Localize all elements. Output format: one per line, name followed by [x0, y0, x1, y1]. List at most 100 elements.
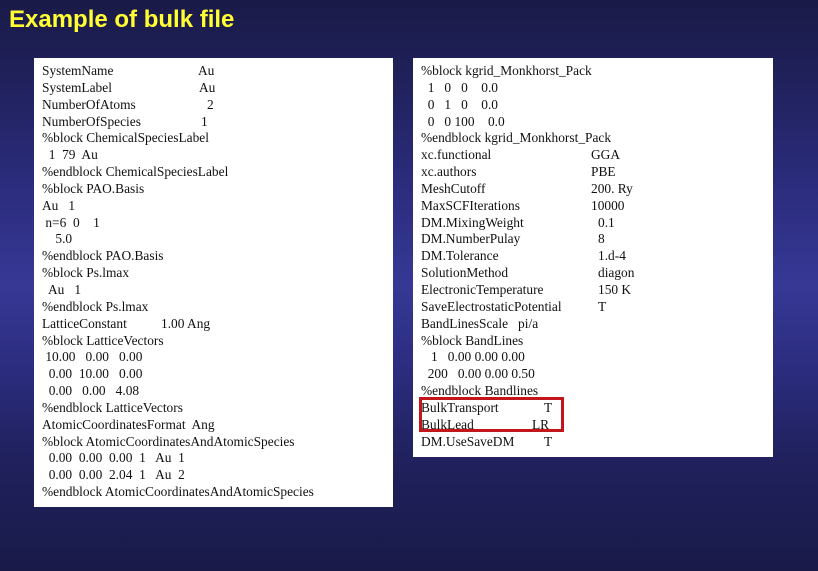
- code-line: %endblock LatticeVectors: [42, 400, 393, 417]
- param-key: SolutionMethod: [421, 265, 509, 281]
- code-line: SolutionMethod diagon: [421, 265, 773, 282]
- code-line: %block BandLines: [421, 333, 773, 350]
- code-line: 1 0.00 0.00 0.00: [421, 349, 773, 366]
- right-code-panel: %block kgrid_Monkhorst_Pack 1 0 0 0.0 0 …: [413, 58, 773, 457]
- param-value: 200. Ry: [591, 180, 633, 196]
- param-key: NumberOfSpecies: [42, 113, 141, 129]
- block-end: %endblock ChemicalSpeciesLabel: [42, 164, 229, 180]
- param-value: 1: [201, 113, 208, 129]
- param-value: Au: [199, 79, 216, 95]
- param-value: PBE: [591, 164, 616, 180]
- code-line: n=6 0 1: [42, 215, 393, 232]
- code-line: xc.functional GGA: [421, 147, 773, 164]
- param-key: DM.NumberPulay: [421, 231, 521, 247]
- code-line: 0.00 0.00 0.00 1 Au 1: [42, 450, 393, 467]
- block-row: 200 0.00 0.00 0.50: [421, 366, 535, 382]
- param-value: diagon: [598, 265, 635, 281]
- param-key: LatticeConstant: [42, 315, 127, 331]
- param-value: 0.1: [598, 214, 615, 230]
- code-line: NumberOfSpecies 1: [42, 114, 393, 131]
- block-row: 0.00 0.00 4.08: [42, 383, 140, 399]
- param-key: MeshCutoff: [421, 180, 486, 196]
- param-key: xc.authors: [421, 164, 477, 180]
- block-row: 1 79 Au: [42, 147, 98, 163]
- code-line: DM.Tolerance 1.d-4: [421, 248, 773, 265]
- code-line: %block PAO.Basis: [42, 181, 393, 198]
- block-row: Au 1: [42, 197, 76, 213]
- param-key: DM.Tolerance: [421, 248, 499, 264]
- param-key: MaxSCFIterations: [421, 197, 520, 213]
- code-line: 0 0 100 0.0: [421, 114, 773, 131]
- code-line: 0.00 0.00 4.08: [42, 383, 393, 400]
- param-value: 150 K: [598, 281, 632, 297]
- block-row: n=6 0 1: [42, 214, 100, 230]
- code-line: %block LatticeVectors: [42, 333, 393, 350]
- code-line: %endblock AtomicCoordinatesAndAtomicSpec…: [42, 484, 393, 501]
- block-row: 0.00 10.00 0.00: [42, 366, 143, 382]
- block-end: %endblock Ps.lmax: [42, 298, 149, 314]
- param-key: BulkTransport: [421, 399, 499, 415]
- param-key: NumberOfAtoms: [42, 96, 136, 112]
- code-line: AtomicCoordinatesFormat Ang: [42, 417, 393, 434]
- code-line: SystemLabel Au: [42, 80, 393, 97]
- param-value: 1.00 Ang: [161, 315, 211, 331]
- block-start: %block ChemicalSpeciesLabel: [42, 130, 209, 146]
- code-line: DM.NumberPulay 8: [421, 231, 773, 248]
- param-value: T: [544, 433, 553, 449]
- param-key: SystemLabel: [42, 79, 112, 95]
- block-start: %block kgrid_Monkhorst_Pack: [421, 63, 592, 78]
- param-value: T: [544, 399, 553, 415]
- block-row: 0 0 100 0.0: [421, 113, 505, 129]
- code-line: NumberOfAtoms 2: [42, 97, 393, 114]
- block-row: 1 0.00 0.00 0.00: [421, 349, 525, 365]
- param-value: Au: [198, 63, 215, 78]
- code-line: 1 79 Au: [42, 147, 393, 164]
- block-start: %block PAO.Basis: [42, 180, 145, 196]
- block-row: 0.00 0.00 2.04 1 Au 2: [42, 467, 185, 483]
- param-key: DM.MixingWeight: [421, 214, 524, 230]
- block-end: %endblock AtomicCoordinatesAndAtomicSpec…: [42, 484, 314, 500]
- param-value: T: [598, 298, 607, 314]
- code-line: BandLinesScale pi/a: [421, 316, 773, 333]
- code-line: %endblock Bandlines: [421, 383, 773, 400]
- block-row: Au 1: [42, 281, 82, 297]
- code-line: MaxSCFIterations 10000: [421, 198, 773, 215]
- code-line: Au 1: [42, 198, 393, 215]
- block-start: %block LatticeVectors: [42, 332, 164, 348]
- code-line: DM.MixingWeight 0.1: [421, 215, 773, 232]
- code-line: %block Ps.lmax: [42, 265, 393, 282]
- code-line: 1 0 0 0.0: [421, 80, 773, 97]
- code-line: 10.00 0.00 0.00: [42, 349, 393, 366]
- param-value: 2: [207, 96, 214, 112]
- block-row: 0 1 0 0.0: [421, 96, 498, 112]
- code-line: 0.00 0.00 2.04 1 Au 2: [42, 467, 393, 484]
- code-line: ElectronicTemperature 150 K: [421, 282, 773, 299]
- code-line: %block kgrid_Monkhorst_Pack: [421, 63, 773, 80]
- code-line: 5.0: [42, 231, 393, 248]
- param-value: 8: [598, 231, 605, 247]
- code-line: SystemName Au: [42, 63, 393, 80]
- param-value: LR: [532, 416, 550, 432]
- param-key: BulkLead: [421, 416, 474, 432]
- block-start: %block AtomicCoordinatesAndAtomicSpecies: [42, 433, 295, 449]
- code-line: %block ChemicalSpeciesLabel: [42, 130, 393, 147]
- block-end: %endblock kgrid_Monkhorst_Pack: [421, 130, 612, 146]
- code-line: 0 1 0 0.0: [421, 97, 773, 114]
- param-key: xc.functional: [421, 147, 492, 163]
- block-end: %endblock Bandlines: [421, 383, 539, 399]
- slide-title: Example of bulk file: [9, 6, 235, 33]
- param-key: DM.UseSaveDM: [421, 433, 515, 449]
- block-start: %block Ps.lmax: [42, 265, 130, 281]
- block-row: 5.0: [42, 231, 73, 247]
- param-key: ElectronicTemperature: [421, 281, 544, 297]
- block-end: %endblock PAO.Basis: [42, 248, 164, 264]
- code-line: LatticeConstant 1.00 Ang: [42, 316, 393, 333]
- code-line: 0.00 10.00 0.00: [42, 366, 393, 383]
- code-line: %endblock ChemicalSpeciesLabel: [42, 164, 393, 181]
- param-key: BandLinesScale pi/a: [421, 315, 539, 331]
- code-line: xc.authors PBE: [421, 164, 773, 181]
- code-line-highlighted: BulkLead LR: [421, 417, 773, 434]
- code-line-highlighted: BulkTransport T: [421, 400, 773, 417]
- param-key: SaveElectrostaticPotential: [421, 298, 562, 314]
- code-line: %endblock PAO.Basis: [42, 248, 393, 265]
